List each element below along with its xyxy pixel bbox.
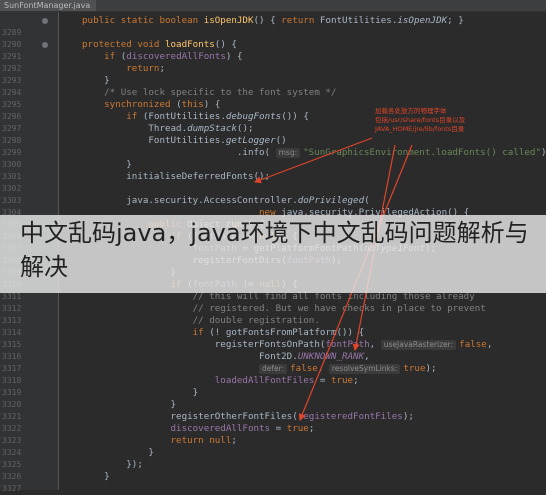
code-line[interactable]: if (! gotFontsFromPlatform()) { (82, 327, 365, 339)
code-line[interactable]: synchronized (this) { (82, 99, 220, 111)
line-number: 3322 (2, 424, 22, 433)
line-number: 3314 (2, 328, 22, 337)
line-number: 3292 (2, 64, 22, 73)
code-line[interactable]: public static boolean isOpenJDK() { retu… (82, 15, 464, 27)
line-number: 3294 (2, 88, 22, 97)
code-line[interactable]: registerOtherFontFiles(registeredFontFil… (82, 411, 414, 423)
line-number: 3293 (2, 76, 22, 85)
code-line[interactable]: return; (82, 63, 165, 75)
code-line[interactable]: Thread.dumpStack(); (82, 123, 253, 135)
line-number: 3320 (2, 400, 22, 409)
code-line[interactable]: .info( msg: "SunGraphicsEnvironment.loadF… (82, 147, 546, 159)
code-line[interactable]: } (82, 387, 199, 399)
line-number: 3326 (2, 472, 22, 481)
code-line[interactable]: return null; (82, 435, 237, 447)
code-line[interactable]: // double registration. (82, 315, 320, 327)
line-number: 3318 (2, 376, 22, 385)
line-number: 3301 (2, 172, 22, 181)
file-tab[interactable]: SunFontManager.java (0, 0, 97, 11)
line-number: 3313 (2, 316, 22, 325)
line-number: 3316 (2, 352, 22, 361)
gutter-marker-icon[interactable] (42, 42, 48, 48)
editor-tab-bar: SunFontManager.java (0, 0, 546, 12)
line-number: 3299 (2, 148, 22, 157)
code-line[interactable]: } (82, 399, 177, 411)
line-number: 3298 (2, 136, 22, 145)
line-number: 3291 (2, 52, 22, 61)
line-number: 3297 (2, 124, 22, 133)
code-line[interactable]: loadedAllFontFiles = true; (82, 375, 359, 387)
red-annotation-note: 加载各处放方的物理字体 包括/usr/share/fonts目录以及 JAVA_… (375, 107, 495, 134)
line-number: 3312 (2, 304, 22, 313)
code-line[interactable]: } (82, 447, 154, 459)
code-line[interactable]: discoveredAllFonts = true; (82, 423, 315, 435)
code-line[interactable]: registerFontsOnPath(fontPath, useJavaRas… (82, 339, 492, 351)
line-number: 3290 (2, 40, 22, 49)
annotation-line-3: JAVA_HOME/jre/lib/fonts目录 (375, 125, 465, 133)
code-line[interactable]: }); (82, 459, 143, 471)
line-number: 3296 (2, 112, 22, 121)
code-line[interactable]: } (82, 75, 110, 87)
code-line[interactable]: } (82, 159, 132, 171)
line-number: 3300 (2, 160, 22, 169)
code-line[interactable]: protected void loadFonts() { (82, 39, 237, 51)
code-line[interactable]: initialiseDeferredFonts(); (82, 171, 270, 183)
gutter-marker-icon[interactable] (42, 18, 48, 24)
line-number: 3315 (2, 340, 22, 349)
code-line[interactable]: Font2D.UNKNOWN_RANK, (82, 351, 370, 363)
line-number: 3302 (2, 184, 22, 193)
code-line[interactable]: if (discoveredAllFonts) { (82, 51, 242, 63)
line-number: 3321 (2, 412, 22, 421)
code-line[interactable]: FontUtilities.getLogger() (82, 135, 286, 147)
code-line[interactable]: } (82, 471, 110, 483)
line-number: 3295 (2, 100, 22, 109)
line-number: 3324 (2, 448, 22, 457)
code-line[interactable]: defer: false, resolveSymLinks: true); (82, 363, 437, 375)
line-number: 3327 (2, 484, 22, 493)
code-line[interactable]: // registered. But we have checks in pla… (82, 303, 486, 315)
file-tab-label: SunFontManager.java (4, 1, 91, 10)
line-number: 3319 (2, 388, 22, 397)
line-number: 3325 (2, 460, 22, 469)
line-number: 3303 (2, 196, 22, 205)
annotation-line-1: 加载各处放方的物理字体 (375, 107, 447, 115)
line-number: 3323 (2, 436, 22, 445)
line-number: 3317 (2, 364, 22, 373)
overlay-title: 中文乱码java，java环境下中文乱码问题解析与解决 (20, 219, 529, 281)
line-number (0, 15, 26, 27)
line-number: 3289 (2, 28, 22, 37)
code-line[interactable]: java.security.AccessController.doPrivile… (82, 195, 369, 207)
code-line[interactable]: if (FontUtilities.debugFonts()) { (82, 111, 309, 123)
annotation-line-2: 包括/usr/share/fonts目录以及 (375, 116, 466, 124)
code-line[interactable]: /* Use lock specific to the font system … (82, 87, 336, 99)
